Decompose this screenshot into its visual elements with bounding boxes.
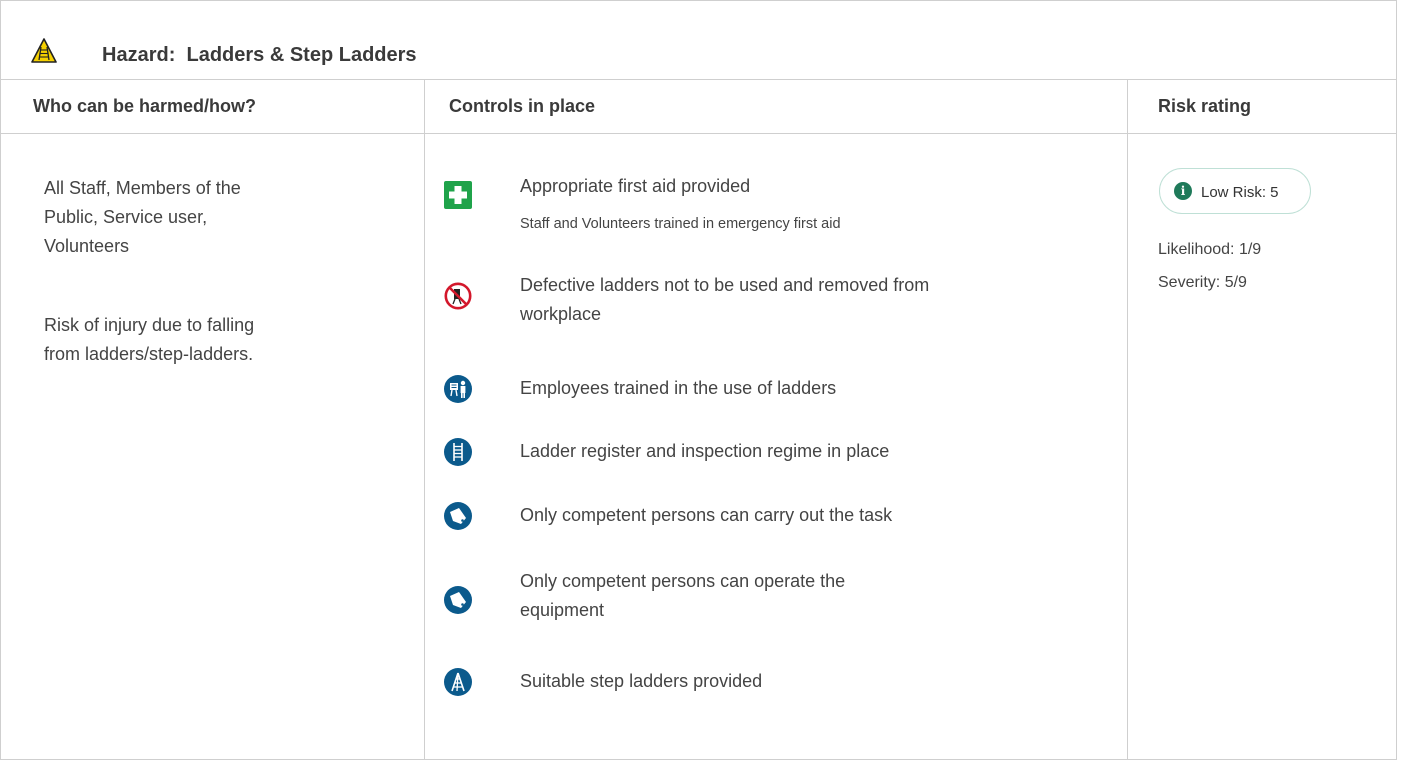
who-affected-line: All Staff, Members of the [44,178,241,198]
column-divider [424,80,425,760]
info-icon: i [1174,182,1192,200]
column-header-controls: Controls in place [449,96,596,116]
competent-person-icon [444,502,472,530]
competent-person-icon [444,586,472,614]
hazard-title-bar: Hazard: Ladders & Step Ladders [0,0,1396,80]
control-title: Appropriate first aid provided [520,176,751,196]
hazard-name: Ladders & Step Ladders [186,44,417,66]
control-title: Only competent persons can carry out the… [520,505,893,525]
control-title: Defective ladders not to be used and rem… [520,271,1090,329]
control-title: Employees trained in the use of ladders [520,378,837,398]
control-subtitle: Staff and Volunteers trained in emergenc… [520,216,841,232]
who-affected-line: Public, Service user, [44,207,208,227]
control-title: Ladder register and inspection regime in… [520,441,890,461]
ladder-warning-icon [31,38,57,63]
column-header-risk: Risk rating [1158,96,1252,116]
risk-badge-label: Low Risk: 5 [1201,184,1279,201]
harm-description: Risk of injury due to falling from ladde… [44,311,324,369]
risk-badge[interactable]: i Low Risk: 5 [1159,168,1311,214]
who-affected-line: Volunteers [44,236,130,256]
control-title: Suitable step ladders provided [520,671,763,691]
harm-description-line: from ladders/step-ladders. [44,344,254,364]
likelihood-value: Likelihood: 1/9 [1158,241,1262,258]
column-header-who: Who can be harmed/how? [33,96,257,116]
hazard-label: Hazard: [102,44,176,66]
column-divider [1127,80,1128,760]
harm-description-line: Risk of injury due to falling [44,315,255,335]
control-title-line: workplace [520,304,602,324]
control-title-line: Defective ladders not to be used and rem… [520,275,930,295]
first-aid-icon [444,181,472,209]
hazard-title: Hazard: Ladders & Step Ladders [102,44,417,67]
control-title-line: Only competent persons can operate the [520,571,846,591]
severity-value: Severity: 5/9 [1158,274,1247,291]
no-defective-ladder-icon [444,282,472,310]
training-icon [444,375,472,403]
who-affected: All Staff, Members of the Public, Servic… [44,174,324,261]
control-title-line: equipment [520,600,605,620]
step-ladder-icon [444,668,472,696]
control-title: Only competent persons can operate the e… [520,567,1090,625]
ladder-icon [444,438,472,466]
